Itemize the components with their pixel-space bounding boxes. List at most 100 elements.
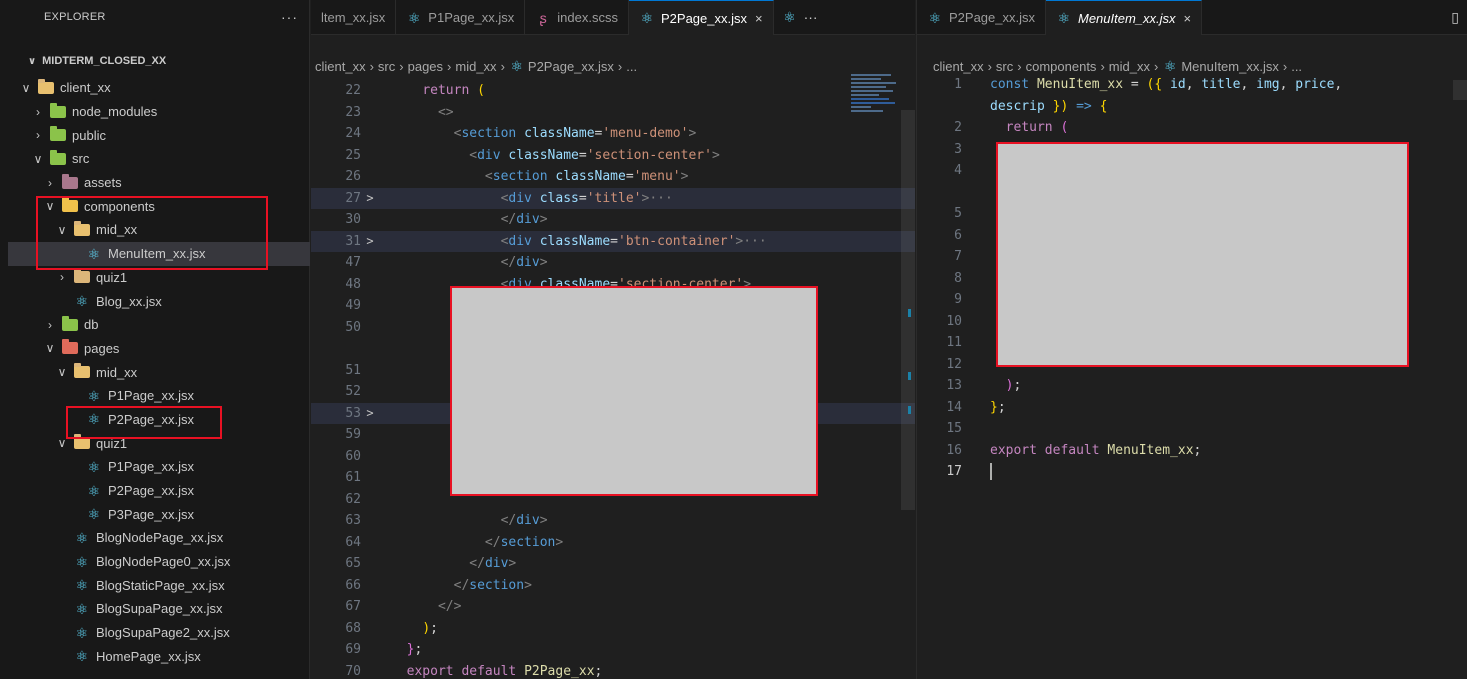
tree-item-label: pages: [84, 340, 120, 356]
code-token: section: [461, 126, 517, 142]
tree-item-label: P2Page_xx.jsx: [108, 411, 194, 427]
tree-item[interactable]: › db: [8, 313, 310, 337]
tree-item[interactable]: ∨ mid_xx: [8, 360, 310, 384]
breadcrumb-item[interactable]: client_xx: [933, 59, 984, 74]
editor-tab[interactable]: ltem_xx.jsx: [311, 0, 397, 35]
tree-item[interactable]: ⚛ P2Page_xx.jsx: [8, 408, 310, 432]
editor-tab[interactable]: ⚛ P1Page_xx.jsx: [396, 0, 526, 35]
chevron-right-icon: ›: [1153, 58, 1159, 74]
explorer-header: EXPLORER ···: [8, 0, 310, 33]
line-number: 69: [345, 642, 361, 658]
tree-item-label: public: [72, 127, 106, 143]
minimap-left[interactable]: [851, 74, 901, 164]
tree-item[interactable]: ⚛ MenuItem_xx.jsx: [8, 241, 310, 266]
react-file-icon: ⚛: [75, 600, 89, 617]
close-icon[interactable]: ×: [755, 11, 763, 26]
breadcrumb-item[interactable]: MenuItem_xx.jsx: [1181, 59, 1279, 74]
tree-item[interactable]: ∨ pages: [8, 337, 310, 361]
tree-item[interactable]: ⚛ HomePage_xx.jsx: [8, 645, 310, 669]
code-token: export: [406, 663, 454, 679]
breadcrumb-item[interactable]: components: [1026, 59, 1097, 74]
breadcrumb-item[interactable]: ...: [626, 59, 637, 74]
tree-item[interactable]: ⚛ BlogNodePage0_xx.jsx: [8, 550, 310, 574]
chevron-right-icon: ›: [987, 58, 992, 74]
tree-item-label: src: [72, 151, 90, 167]
tree-item[interactable]: ⚛ BlogNodePage_xx.jsx: [8, 526, 310, 550]
chevron-right-icon[interactable]: >: [361, 191, 379, 205]
line-number: 53: [345, 405, 361, 421]
code-token: >: [524, 577, 532, 593]
close-icon[interactable]: ×: [1184, 11, 1192, 26]
code-token: =: [594, 126, 603, 142]
line-number: 68: [345, 620, 361, 636]
breadcrumb-item[interactable]: mid_xx: [1109, 59, 1150, 74]
tab-label: index.scss: [557, 10, 618, 25]
code-token: =: [578, 190, 587, 206]
editor-tab[interactable]: ʂ index.scss: [525, 0, 629, 35]
breadcrumb-item[interactable]: client_xx: [315, 59, 366, 74]
editor-tab[interactable]: ⚛ P2Page_xx.jsx: [917, 0, 1046, 35]
breadcrumb-item[interactable]: src: [378, 59, 395, 74]
line-number: 24: [345, 126, 361, 142]
breadcrumb-item[interactable]: mid_xx: [455, 59, 496, 74]
tree-item[interactable]: ⚛ Blog_xx.jsx: [8, 289, 310, 313]
tree-item[interactable]: ∨ client_xx: [8, 76, 310, 100]
code-token: ;: [1013, 378, 1022, 394]
code-token: <: [484, 169, 493, 185]
code-line: 65 </div >: [311, 553, 915, 575]
text-cursor: [990, 463, 992, 481]
split-editor-button[interactable]: ▯: [1443, 0, 1467, 34]
line-number: 17: [946, 464, 962, 480]
tree-item[interactable]: ⚛ P3Page_xx.jsx: [8, 502, 310, 526]
scrollbar-right[interactable]: [1453, 80, 1467, 100]
tree-item[interactable]: ∨ components: [8, 194, 310, 218]
tree-item[interactable]: › quiz1: [8, 266, 310, 290]
line-number: 64: [345, 534, 361, 550]
breadcrumb-item[interactable]: pages: [408, 59, 443, 74]
tree-item[interactable]: ⚛ BlogSupaPage_xx.jsx: [8, 597, 310, 621]
line-number: 60: [345, 448, 361, 464]
tree-item-label: BlogSupaPage_xx.jsx: [96, 601, 223, 617]
tree-item[interactable]: › assets: [8, 171, 310, 195]
line-number: 11: [946, 335, 962, 351]
tree-item[interactable]: ∨ quiz1: [8, 431, 310, 455]
tree-item[interactable]: ∨ mid_xx: [8, 218, 310, 242]
folder-icon: [50, 149, 66, 165]
editor-tab[interactable]: ⚛ P2Page_xx.jsx ×: [629, 0, 774, 35]
folder-icon: [74, 363, 90, 379]
tree-item[interactable]: ⚛ P1Page_xx.jsx: [8, 455, 310, 479]
tree-item[interactable]: ⚛ P2Page_xx.jsx: [8, 479, 310, 503]
tree-item[interactable]: ⚛ BlogSupaPage2_xx.jsx: [8, 621, 310, 645]
explorer-more-actions-button[interactable]: ···: [281, 9, 298, 25]
tab-overflow-button[interactable]: ⚛ ···: [774, 0, 826, 34]
folder-icon: [62, 197, 78, 213]
code-token: MenuItem_xx: [1107, 442, 1194, 458]
tree-item[interactable]: ⚛ P1Page_xx.jsx: [8, 384, 310, 408]
tree-item[interactable]: › public: [8, 123, 310, 147]
workspace-root-folder[interactable]: ∨ MIDTERM_CLOSED_XX: [8, 50, 310, 72]
code-token: div: [508, 190, 532, 206]
code-token: P2Page_xx: [524, 663, 595, 679]
line-number: 14: [946, 399, 962, 415]
tab-label: MenuItem_xx.jsx: [1078, 10, 1176, 26]
chevron-right-icon[interactable]: >: [361, 234, 379, 248]
line-number: 8: [954, 270, 962, 286]
code-token: {: [1099, 98, 1108, 114]
react-file-icon: ⚛: [75, 293, 89, 310]
react-file-icon: ⚛: [87, 387, 101, 404]
code-line: 30 </div >: [311, 209, 915, 231]
breadcrumb-item[interactable]: ...: [1291, 59, 1302, 74]
breadcrumb-item[interactable]: P2Page_xx.jsx: [528, 59, 614, 74]
tree-item[interactable]: ∨ src: [8, 147, 310, 171]
explorer-title: EXPLORER: [44, 10, 106, 23]
breadcrumb-item[interactable]: src: [996, 59, 1013, 74]
tree-item[interactable]: ⚛ BlogStaticPage_xx.jsx: [8, 573, 310, 597]
chevron-right-icon[interactable]: >: [361, 406, 379, 420]
editor-tab[interactable]: ⚛ MenuItem_xx.jsx ×: [1046, 0, 1203, 35]
tree-item[interactable]: › node_modules: [8, 100, 310, 124]
